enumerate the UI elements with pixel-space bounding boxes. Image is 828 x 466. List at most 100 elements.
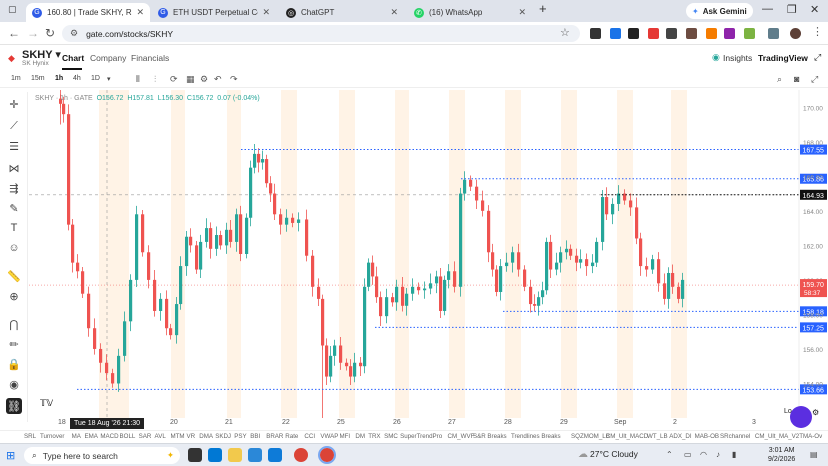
address-bar[interactable]: ⚙ gate.com/stocks/SKHY — [62, 25, 580, 42]
compare-icon[interactable]: ⟳ — [170, 74, 178, 85]
extension-icon[interactable] — [724, 28, 735, 39]
extensions-puzzle-icon[interactable] — [768, 28, 779, 39]
text-icon[interactable]: T — [6, 220, 22, 236]
indicator-vr[interactable]: VR — [186, 433, 195, 440]
search-icon[interactable]: ⌕ — [777, 74, 782, 85]
camera-icon[interactable]: ◙ — [794, 74, 799, 84]
edge-icon[interactable] — [208, 448, 222, 462]
back-icon[interactable]: ← — [8, 26, 20, 40]
taskbar-search[interactable]: ⌕ Type here to search ✦ — [24, 447, 180, 464]
indicator-skdj[interactable]: SKDJ — [215, 433, 231, 440]
indicators-icon[interactable]: ⫶ — [154, 74, 156, 85]
indicator-cci[interactable]: CCI — [304, 433, 315, 440]
extension-icon[interactable] — [686, 28, 697, 39]
interval-1h[interactable]: 1h — [55, 75, 63, 82]
interval-4h[interactable]: 4h — [73, 75, 81, 82]
indicator-bbi[interactable]: BBI — [250, 433, 260, 440]
indicator-trx[interactable]: TRX — [368, 433, 380, 440]
tab-trade-skhy[interactable]: G 160.80 | Trade SKHY, Real-Time ✕ — [26, 3, 150, 22]
extension-icon[interactable] — [628, 28, 639, 39]
assistant-bubble-icon[interactable] — [790, 406, 812, 428]
tab-financials[interactable]: Financials — [131, 53, 169, 63]
indicator-ema[interactable]: EMA — [84, 433, 97, 440]
indicator-mfi[interactable]: MFI — [339, 433, 350, 440]
extension-icon[interactable] — [610, 28, 621, 39]
extension-icon[interactable] — [706, 28, 717, 39]
interval-15m[interactable]: 15m — [31, 75, 45, 82]
close-icon[interactable]: ✕ — [262, 7, 270, 18]
horizontal-lines-icon[interactable]: ☰ — [6, 138, 22, 154]
indicator-ma[interactable]: MA — [72, 433, 81, 440]
indicator-vwap[interactable]: VWAP — [320, 433, 338, 440]
indicator-tma-ov[interactable]: TMA-Ov — [799, 433, 822, 440]
indicator-sqzmom-lb[interactable]: SQZMOM_LB — [571, 433, 610, 440]
indicator-cm-wvf[interactable]: CM_WVF — [448, 433, 475, 440]
indicator-dm[interactable]: DM — [355, 433, 365, 440]
indicator-rate[interactable]: Rate — [285, 433, 298, 440]
indicator-psy[interactable]: PSY — [234, 433, 246, 440]
indicator-srl[interactable]: SRL — [24, 433, 36, 440]
chevron-up-icon[interactable]: ⌃ — [666, 450, 673, 459]
file-explorer-icon[interactable] — [228, 448, 242, 462]
layout-icon[interactable]: ▦ — [186, 74, 195, 85]
chrome-icon[interactable] — [294, 448, 308, 462]
indicator-srchannel[interactable]: SRchannel — [720, 433, 750, 440]
indicator-trendlines-breaks[interactable]: Trendlines Breaks — [511, 433, 561, 440]
chart-settings-icon[interactable]: ⚙ — [812, 408, 819, 417]
candle-type-icon[interactable]: ⫴ — [136, 74, 140, 85]
pattern-icon[interactable]: ⋈ — [6, 160, 22, 176]
insights-link[interactable]: Insights — [723, 53, 752, 63]
indicator-boll[interactable]: BOLL — [120, 433, 136, 440]
indicator-cm-ult-ma-v2[interactable]: CM_Ult_MA_V2 — [755, 433, 799, 440]
extension-icon[interactable] — [648, 28, 659, 39]
maximize-button[interactable]: ❐ — [787, 3, 797, 16]
indicator-wt-lb[interactable]: WT_LB — [647, 433, 668, 440]
extension-icon[interactable] — [744, 28, 755, 39]
crosshair-icon[interactable]: ✛ — [6, 96, 22, 112]
task-view-icon[interactable] — [188, 448, 202, 462]
redo-icon[interactable]: ↷ — [230, 74, 238, 85]
indicator-cm-ult-macd[interactable]: CM_Ult_MACD — [606, 433, 648, 440]
reload-icon[interactable]: ↻ — [45, 26, 55, 40]
minimize-button[interactable]: — — [762, 3, 773, 15]
extension-icon[interactable] — [590, 28, 601, 39]
trendline-icon[interactable]: ⟋ — [6, 118, 22, 134]
profile-avatar[interactable] — [790, 28, 801, 39]
ruler-icon[interactable]: 📏 — [6, 268, 22, 284]
ask-gemini-button[interactable]: ✦ Ask Gemini — [686, 3, 753, 19]
new-tab-button[interactable]: + — [539, 1, 547, 16]
indicator-s-r-breaks[interactable]: S&R Breaks — [473, 433, 507, 440]
indicator-smc[interactable]: SMC — [384, 433, 398, 440]
tradingview-link[interactable]: TradingView — [758, 53, 808, 63]
indicator-mtm[interactable]: MTM — [171, 433, 185, 440]
forward-icon[interactable]: → — [27, 26, 39, 40]
close-icon[interactable]: ✕ — [518, 7, 526, 18]
menu-kebab-icon[interactable]: ⋮ — [812, 25, 823, 38]
chart-svg[interactable]: 167.55165.86164.93158.18157.25153.66170.… — [29, 90, 828, 424]
interval-1m[interactable]: 1m — [11, 75, 21, 82]
indicator-sar[interactable]: SAR — [139, 433, 152, 440]
interval-1d[interactable]: 1D — [91, 75, 100, 82]
tab-chart[interactable]: Chart — [62, 53, 84, 63]
magnet-icon[interactable]: ⋂ — [6, 316, 22, 332]
wifi-icon[interactable]: ◠ — [700, 450, 707, 459]
indicator-macd[interactable]: MACD — [100, 433, 118, 440]
undo-icon[interactable]: ↶ — [214, 74, 222, 85]
indicator-avl[interactable]: AVL — [155, 433, 166, 440]
notifications-icon[interactable]: ▤ — [810, 450, 818, 459]
lock-icon[interactable]: 🔒 — [6, 356, 22, 372]
eye-icon[interactable]: ◉ — [6, 376, 22, 392]
chrome-active-icon[interactable] — [318, 446, 336, 464]
store-icon[interactable] — [268, 448, 282, 462]
brush-icon[interactable]: ✎ — [6, 200, 22, 216]
indicator-brar[interactable]: BRAR — [266, 433, 283, 440]
network-icon[interactable]: ▭ — [684, 450, 692, 459]
expand-icon[interactable]: ⤢ — [811, 74, 818, 85]
indicator-mab-ob[interactable]: MAB-OB — [695, 433, 719, 440]
emoji-icon[interactable]: ☺ — [6, 240, 22, 256]
close-icon[interactable]: ✕ — [390, 7, 398, 18]
bookmark-star-icon[interactable]: ☆ — [560, 26, 570, 39]
windows-start-icon[interactable]: ⊞ — [6, 449, 15, 462]
indicator-dma[interactable]: DMA — [199, 433, 213, 440]
tab-company[interactable]: Company — [90, 53, 126, 63]
